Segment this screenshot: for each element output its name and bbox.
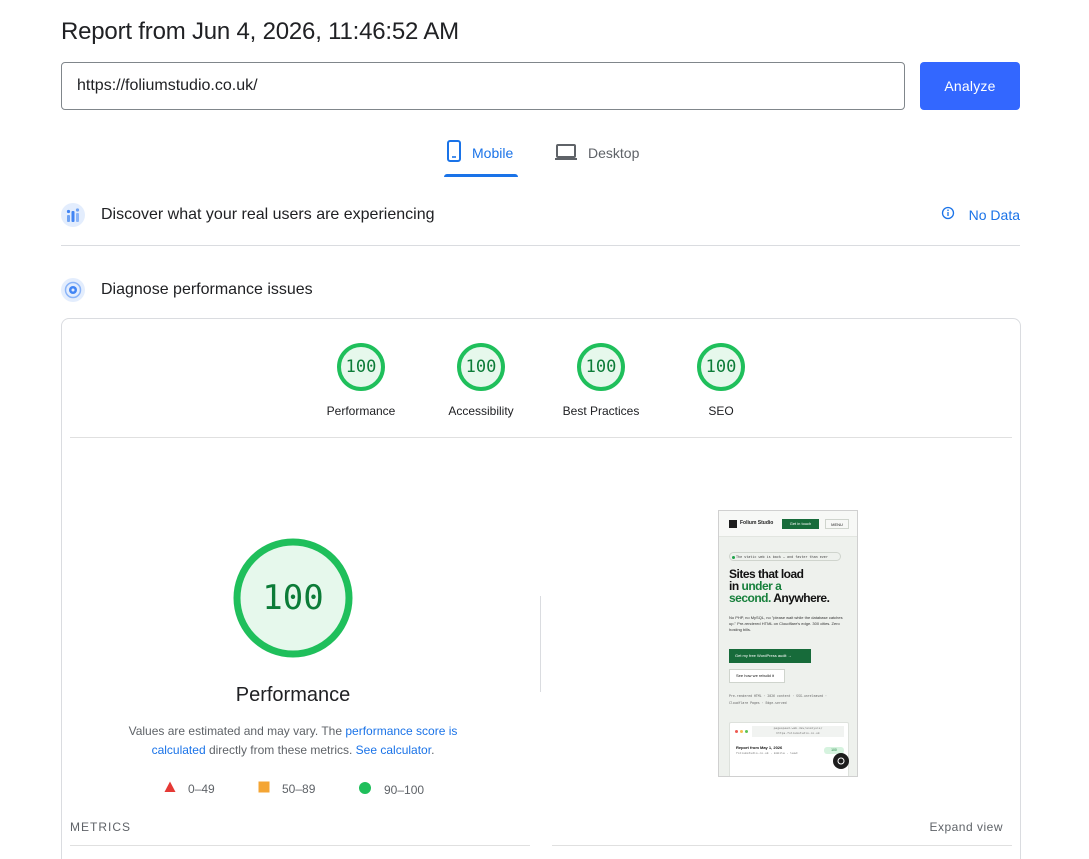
performance-score-large: 100: [262, 578, 324, 618]
gauge-score: 100: [585, 357, 617, 377]
metrics-heading: METRICS: [70, 820, 131, 834]
circle-icon: [358, 781, 372, 798]
field-data-title: Discover what your real users are experi…: [101, 206, 435, 223]
tab-desktop[interactable]: Desktop: [552, 138, 644, 178]
gauge-accessibility[interactable]: 100 Accessibility: [421, 342, 541, 418]
gauge-label: Performance: [326, 404, 396, 418]
tab-desktop-label: Desktop: [588, 145, 640, 161]
thumb-cta: Get in touch: [782, 519, 819, 529]
performance-description: Values are estimated and may vary. The p…: [106, 722, 480, 760]
thumb-report-title: Report from May 1, 2026: [736, 745, 783, 750]
analyze-button[interactable]: Analyze: [920, 62, 1020, 110]
phone-icon: [446, 138, 462, 167]
thumb-report-sub: foliumstudio.co.uk · mobile · lead: [736, 751, 798, 755]
desc-text: directly from these metrics.: [205, 743, 356, 757]
metrics-divider: [552, 845, 1012, 846]
gauge-score: 100: [465, 357, 497, 377]
no-data-status: No Data: [941, 206, 1020, 223]
hero-text-green: second.: [729, 591, 771, 605]
thumb-pill: The static web is back — and faster than…: [729, 552, 841, 561]
triangle-icon: [164, 781, 176, 796]
thumb-secondary-button: See how we rebuild it: [729, 669, 785, 683]
vertical-separator: [540, 596, 541, 692]
page-title: Report from Jun 4, 2026, 11:46:52 AM: [61, 18, 459, 45]
tab-selected-indicator: [444, 174, 518, 177]
page-screenshot-thumbnail[interactable]: Folium Studio Get in touch MENU The stat…: [718, 510, 858, 777]
thumb-urlbar: pagespeed.web.dev/analysis/https-foliums…: [752, 726, 844, 737]
gauge-best-practices[interactable]: 100 Best Practices: [541, 342, 661, 418]
desc-text: Values are estimated and may vary. The: [128, 724, 346, 738]
gauge-label: Best Practices: [562, 404, 640, 418]
meta-line: Cloudflare Pages · Edge-served: [729, 701, 787, 705]
thumb-browser-frame: pagespeed.web.dev/analysis/https-foliums…: [729, 722, 849, 776]
gauge-ring: 100: [576, 342, 626, 392]
target-icon: [61, 278, 85, 302]
field-data-section: Discover what your real users are experi…: [61, 199, 1020, 231]
legend-range: 90–100: [384, 782, 425, 797]
logo-icon: [729, 520, 737, 528]
gauge-ring: 100: [336, 342, 386, 392]
legend-average: 50–89: [258, 781, 315, 796]
lab-data-section: Diagnose performance issues: [61, 274, 1020, 306]
gauge-score: 100: [345, 357, 377, 377]
see-calculator-link[interactable]: See calculator: [356, 743, 431, 757]
no-data-label: No Data: [968, 206, 1020, 223]
hero-text: Anywhere.: [770, 591, 830, 605]
users-chart-icon: [61, 203, 85, 227]
metrics-divider: [70, 845, 530, 846]
gauge-ring: 100: [696, 342, 746, 392]
thumb-body: No PHP, no MySQL, no "please wait while …: [729, 615, 843, 632]
info-icon: [941, 206, 955, 223]
tab-mobile-label: Mobile: [472, 145, 514, 161]
gauge-score: 100: [705, 357, 737, 377]
gauge-ring: 100: [456, 342, 506, 392]
urlbar-line: https-foliumstudio-co-uk: [776, 731, 820, 735]
tab-mobile[interactable]: Mobile: [444, 138, 518, 178]
expand-view-button[interactable]: Expand view: [929, 820, 1003, 834]
hero-line: second. Anywhere.: [729, 591, 830, 605]
gauge-performance[interactable]: 100 Performance: [301, 342, 421, 418]
thumb-brand: Folium Studio: [740, 520, 774, 526]
legend-range: 50–89: [282, 781, 316, 796]
square-icon: [258, 781, 270, 796]
thumb-menu: MENU: [825, 519, 849, 529]
meta-line: Pre-rendered HTML · 2026 content · SSG-u…: [729, 694, 827, 698]
legend-pass: 90–100: [358, 781, 424, 798]
gauge-label: Accessibility: [448, 404, 514, 418]
lab-data-title: Diagnose performance issues: [101, 281, 313, 298]
thumb-meta: Pre-rendered HTML · 2026 content · SSG-u…: [729, 693, 849, 707]
desc-text: .: [431, 743, 435, 757]
chat-bubble-icon: [833, 753, 849, 769]
window-dots-icon: [735, 730, 748, 733]
thumb-primary-button: Get my free WordPress audit →: [729, 649, 811, 663]
gauge-label: SEO: [708, 404, 734, 418]
thumb-hero: Sites that load in under a second. Anywh…: [729, 568, 830, 605]
thumb-nav: Folium Studio Get in touch MENU: [719, 511, 857, 537]
url-input[interactable]: [61, 62, 905, 110]
gauges-divider: [70, 437, 1012, 438]
section-divider: [61, 245, 1020, 246]
gauge-seo[interactable]: 100 SEO: [661, 342, 781, 418]
performance-heading: Performance: [235, 684, 351, 706]
laptop-icon: [554, 138, 578, 167]
legend-fail: 0–49: [164, 781, 215, 796]
legend-range: 0–49: [188, 781, 215, 796]
